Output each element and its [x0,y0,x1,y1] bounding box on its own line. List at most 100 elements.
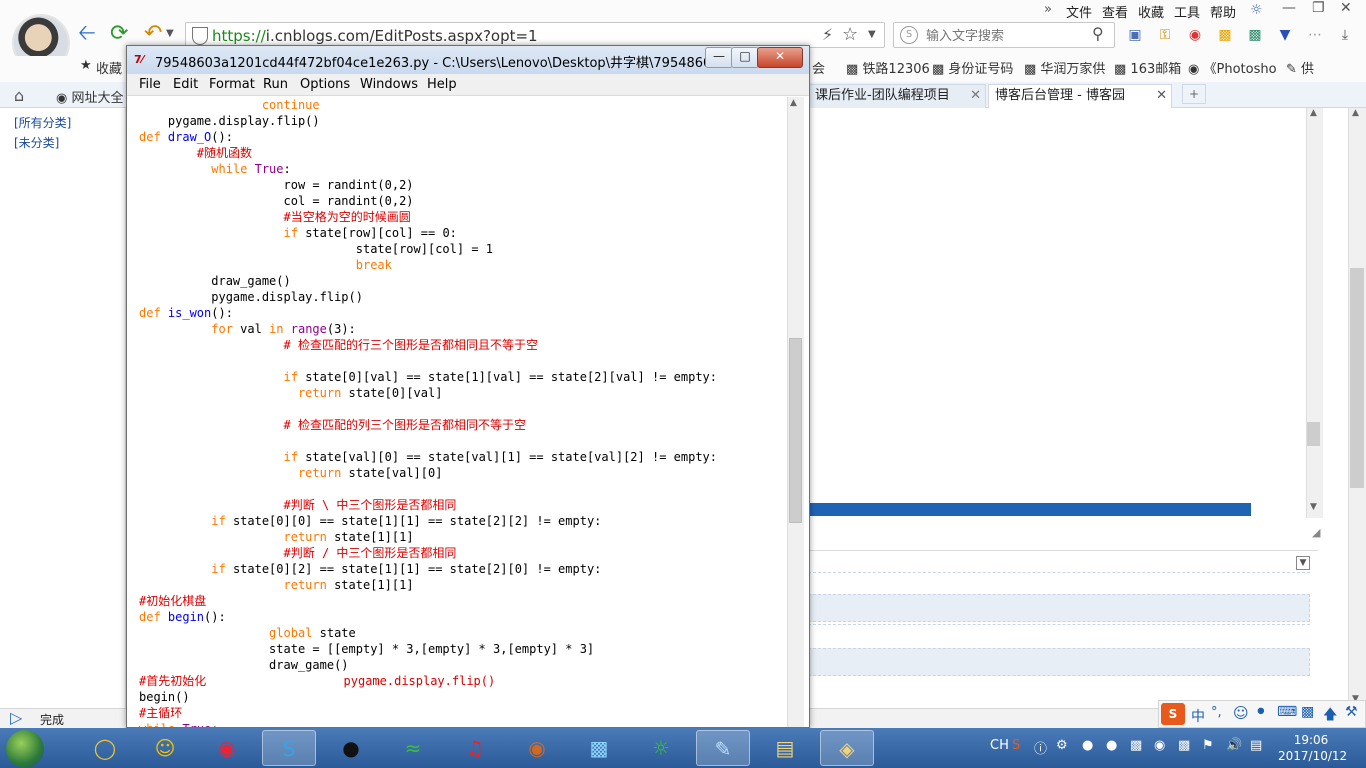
code-line[interactable]: global state [139,625,787,641]
page-scroll-thumb[interactable] [1350,268,1364,488]
fav-item[interactable]: ◉ 《Photosho [1188,58,1277,77]
tray-settings-icon[interactable]: ⚙ [1056,738,1068,753]
code-line[interactable]: if state[0][0] == state[1][1] == state[2… [139,513,787,529]
code-line[interactable]: def begin(): [139,609,787,625]
code-line[interactable] [139,353,787,369]
search-input[interactable] [924,26,1088,46]
menu-help[interactable]: 帮助 [1210,2,1236,21]
code-line[interactable]: return state[1][1] [139,529,787,545]
tools-icon[interactable]: ⚒ [1345,704,1358,720]
minimize-icon[interactable]: — [1282,0,1296,16]
code-editor[interactable]: continue pygame.display.flip() def draw_O… [139,97,787,727]
code-line[interactable]: state = [[empty] * 3,[empty] * 3,[empty]… [139,641,787,657]
code-line[interactable]: def draw_O(): [139,129,787,145]
code-line[interactable]: return state[0][val] [139,385,787,401]
taskbar-monitor-icon[interactable]: ▩ [572,730,626,766]
tray-volume-icon[interactable]: 🔊 [1226,738,1242,753]
tray-app-icon[interactable]: ▩ [1178,738,1190,753]
microphone-icon[interactable]: ⚫ [1255,704,1267,720]
search-engine-icon[interactable]: S [900,26,918,44]
taskbar-folder-icon[interactable]: ▤ [758,730,812,766]
idle-menu-file[interactable]: File [139,77,161,92]
shield-icon[interactable]: ▼ [1276,26,1294,44]
code-line[interactable]: break [139,257,787,273]
category-all[interactable]: [所有分类] [14,114,71,131]
code-line[interactable] [139,433,787,449]
search-box[interactable]: S ⚲ [893,22,1115,48]
code-line[interactable]: #当空格为空的时候画圆 [139,209,787,225]
restore-icon[interactable]: ❐ [1312,0,1325,16]
code-line[interactable] [139,481,787,497]
resize-grip-icon[interactable]: ◢ [1312,526,1320,539]
tab-close-icon[interactable]: ✕ [1156,85,1167,107]
code-line[interactable]: def is_won(): [139,305,787,321]
address-dropdown-icon[interactable]: ▼ [868,29,876,40]
star-icon[interactable]: ☆ [842,24,858,45]
idle-minimize-button[interactable]: — [705,47,733,68]
fav-item[interactable]: ▩ 身份证号码 [932,58,1013,77]
taskbar-clock[interactable]: 19:06 2017/10/12 [1278,732,1347,764]
taskbar-sogou-browser-icon[interactable]: S [262,730,316,766]
taskbar-game-icon[interactable]: ☺ [138,730,192,766]
idle-title-bar[interactable]: 7⁄ 79548603a1201cd44f472bf04ce1e263.py -… [127,46,809,74]
undo-dropdown-icon[interactable]: ▼ [166,28,174,39]
ime-mode[interactable]: 中 [1191,706,1205,726]
editor-scrollbar[interactable] [1306,108,1323,518]
favorites-label[interactable]: 收藏 [96,58,122,77]
code-line[interactable]: # 检查匹配的列三个图形是否都相同不等于空 [139,417,787,433]
taskbar-notepad-icon[interactable]: ✎ [696,730,750,766]
code-line[interactable]: if state[row][col] == 0: [139,225,787,241]
code-line[interactable]: state[row][col] = 1 [139,241,787,257]
editor-area[interactable] [808,108,1306,518]
game-icon[interactable]: ◉ [1186,26,1204,44]
tray-network-icon[interactable]: ▤ [1250,738,1262,753]
idle-menu-help[interactable]: Help [427,77,457,92]
fav-item[interactable]: ▩ 铁路12306 [846,58,930,77]
screenshot-icon[interactable]: ▣ [1126,26,1144,44]
code-line[interactable]: row = randint(0,2) [139,177,787,193]
idle-menu-windows[interactable]: Windows [360,77,418,92]
tray-language[interactable]: CH [990,738,1009,753]
code-line[interactable]: draw_game() [139,657,787,673]
taskbar-ie-icon[interactable]: ◯ [78,730,132,766]
search-icon[interactable]: ⚲ [1092,24,1104,43]
page-scroll-up-icon[interactable]: ▲ [1352,108,1359,118]
code-line[interactable]: #随机函数 [139,145,787,161]
tray-360-icon[interactable]: ◉ [1154,738,1165,753]
idle-menu-edit[interactable]: Edit [173,77,198,92]
download-icon[interactable]: ⤓ [1336,26,1354,44]
taskbar-music-icon[interactable]: ♫ [448,730,502,766]
key-icon[interactable]: ⚿ [1156,26,1174,44]
close-icon[interactable]: ✕ [1340,0,1352,16]
collapse-icon[interactable]: ▼ [1296,556,1310,570]
tab-blog-admin[interactable]: 博客后台管理 - 博客园 ✕ [988,84,1172,108]
idle-scroll-thumb[interactable] [789,338,802,523]
code-line[interactable]: # 检查匹配的行三个图形是否都相同且不等于空 [139,337,787,353]
code-line[interactable]: draw_game() [139,273,787,289]
home-icon[interactable]: ⌂ [14,86,24,105]
skin-icon[interactable]: ☼ [1250,2,1263,18]
scroll-up-icon[interactable]: ▲ [1310,108,1317,118]
code-line[interactable]: #主循环 [139,705,787,721]
tray-sogou-icon[interactable]: S [1012,738,1020,753]
code-line[interactable]: while True: [139,721,787,727]
code-line[interactable]: #判断 \ 中三个图形是否都相同 [139,497,787,513]
scroll-down-icon[interactable]: ▼ [1310,502,1317,512]
tray-wechat-icon[interactable]: ● [1082,738,1093,753]
emoji-icon[interactable]: ☺ [1233,704,1249,722]
fav-item[interactable]: ▩ 华润万家供 [1024,58,1105,77]
code-line[interactable]: return state[1][1] [139,577,787,593]
idle-menu-format[interactable]: Format [209,77,255,92]
code-line[interactable]: while True: [139,161,787,177]
fav-item[interactable]: 会 [812,58,825,77]
keyboard-icon[interactable]: ⌨ [1277,704,1297,720]
sidebar-toggle-icon[interactable]: ▷ [10,708,22,728]
menu-file[interactable]: 文件 [1066,2,1092,21]
menu-view[interactable]: 查看 [1102,2,1128,21]
idle-close-button[interactable]: ✕ [757,47,803,68]
menu-tools[interactable]: 工具 [1174,2,1200,21]
fav-item[interactable]: ✎ 供 [1286,58,1314,77]
start-button[interactable] [6,730,44,768]
code-line[interactable]: if state[0][val] == state[1][val] == sta… [139,369,787,385]
new-tab-button[interactable]: + [1182,84,1206,104]
